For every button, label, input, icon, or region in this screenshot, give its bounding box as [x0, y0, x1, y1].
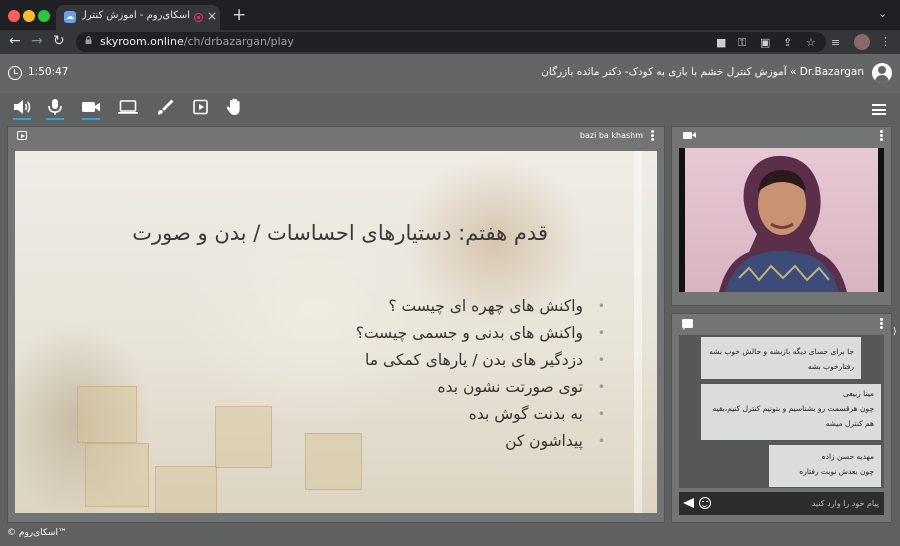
chat-bubble-icon	[682, 319, 693, 330]
reading-list-icon[interactable]: ≡	[831, 36, 840, 49]
recording-icon	[194, 13, 203, 22]
raise-hand-icon	[226, 98, 240, 115]
brush-icon	[157, 99, 174, 115]
media-play-icon	[193, 99, 208, 115]
chat-messages[interactable]: جا برای حسای دیگه بازبشه و حالش خوب بشه …	[679, 335, 884, 488]
slide-bullet: واکنش های بدنی و جسمی چیست؟	[55, 320, 605, 347]
chat-message: مهدیه حسن زاده چون بعدش نوبت رفتاره	[769, 445, 881, 487]
send-icon[interactable]	[683, 498, 694, 508]
slide-bullet-list: واکنش های چهره ای چیست ؟ واکنش های بدنی …	[55, 293, 605, 455]
tab-close-icon[interactable]: ×	[207, 9, 217, 23]
address-bar[interactable]: skyroom.online/ch/drbazargan/play	[76, 32, 826, 52]
board-menu-kebab-icon[interactable]	[651, 130, 654, 141]
reload-icon[interactable]: ↻	[53, 33, 65, 49]
new-tab-button[interactable]: +	[232, 5, 246, 25]
chat-message-input[interactable]	[713, 495, 879, 512]
url-text: skyroom.online/ch/drbazargan/play	[100, 35, 294, 48]
slide-bullet: پیداشون کن	[55, 428, 605, 455]
clock-icon	[8, 66, 22, 80]
microphone-button[interactable]	[44, 97, 66, 120]
presenter-figure	[719, 155, 847, 292]
microphone-active-indicator	[46, 118, 64, 120]
profile-avatar[interactable]	[854, 34, 870, 50]
speaker-icon	[14, 100, 31, 114]
hamburger-menu-icon[interactable]	[872, 104, 886, 115]
bookmark-star-icon[interactable]: ☆	[806, 36, 816, 49]
camera-button[interactable]	[80, 97, 102, 120]
url-domain: skyroom.online	[100, 35, 184, 48]
forward-arrow-icon[interactable]: →	[31, 33, 43, 49]
webcam-menu-kebab-icon[interactable]	[880, 130, 883, 141]
chat-message-text: چون بعدش نوبت رفتاره	[799, 467, 874, 476]
panel-resize-handle-icon[interactable]: ⟩	[893, 327, 897, 337]
chat-message-text: چون هرقسمت رو بشناسیم و بتونیم کنترل کنی…	[712, 404, 874, 428]
camera-active-indicator	[82, 118, 100, 120]
lock-icon	[85, 36, 92, 44]
translate-icon[interactable]: ▣	[760, 36, 770, 49]
slide-bullet: دزدگیر های بدن / یارهای کمکی ما	[55, 347, 605, 374]
slide-bullet: توی صورتت نشون بده	[55, 374, 605, 401]
back-arrow-icon[interactable]: ←	[9, 33, 21, 49]
screen-share-icon	[118, 100, 138, 114]
media-play-button[interactable]	[190, 97, 212, 119]
tab-title: اسکای‌روم - آموزش کنترل خشم با بازی به ک…	[82, 10, 190, 21]
footer-brand: © اسکای‌روم™	[7, 528, 67, 538]
raise-hand-button[interactable]	[224, 97, 246, 119]
chat-message: جا برای حسای دیگه بازبشه و حالش خوب بشه …	[701, 337, 861, 379]
toy-block	[155, 466, 217, 513]
chat-sender-name: مینا ربیعی	[842, 389, 874, 398]
browser-tab[interactable]: ☁ اسکای‌روم - آموزش کنترل خشم با بازی به…	[56, 5, 220, 30]
chat-message: مینا ربیعی چون هرقسمت رو بشناسیم و بتونی…	[701, 384, 881, 440]
share-icon[interactable]: ⇪	[783, 36, 792, 49]
video-camera-icon	[683, 132, 696, 139]
presentation-icon	[17, 131, 27, 140]
window-minimize-button[interactable]	[23, 10, 35, 22]
tab-search-chevron-icon[interactable]: ⌄	[878, 7, 887, 20]
window-close-button[interactable]	[8, 10, 20, 22]
presentation-slide: قدم هفتم: دستیارهای احساسات / بدن و صورت…	[15, 151, 657, 513]
session-timer: 1:50:47	[28, 66, 69, 78]
slide-title: قدم هفتم: دستیارهای احساسات / بدن و صورت	[132, 221, 548, 245]
webcam-video[interactable]	[679, 148, 884, 292]
chat-sender-name: مهدیه حسن زاده	[821, 452, 874, 461]
window-zoom-button[interactable]	[38, 10, 50, 22]
microphone-icon	[48, 99, 62, 115]
speaker-active-indicator	[13, 118, 31, 120]
slide-bullet: واکنش های چهره ای چیست ؟	[55, 293, 605, 320]
user-account-icon[interactable]	[872, 63, 892, 83]
whiteboard-brush-button[interactable]	[154, 97, 176, 119]
chat-message-text: جا برای حسای دیگه بازبشه و حالش خوب بشه …	[709, 347, 854, 371]
room-title: Dr.Bazargan » آموزش کنترل خشم با بازی به…	[541, 66, 864, 78]
skyroom-favicon-icon: ☁	[64, 11, 76, 23]
slide-scroll-edge[interactable]	[634, 151, 642, 513]
chat-menu-kebab-icon[interactable]	[880, 318, 883, 329]
slide-bullet: به بدنت گوش بده	[55, 401, 605, 428]
url-path: /ch/drbazargan/play	[183, 35, 294, 48]
key-icon[interactable]: ⚿	[738, 36, 746, 50]
camera-in-use-icon[interactable]: ■	[716, 36, 726, 49]
emoji-icon[interactable]	[699, 497, 711, 509]
speaker-button[interactable]	[11, 97, 33, 120]
screen-share-button[interactable]	[117, 97, 139, 119]
camera-icon	[82, 102, 100, 112]
board-name: bazi ba khashm	[579, 131, 643, 140]
browser-menu-kebab-icon[interactable]: ⋮	[880, 35, 891, 48]
